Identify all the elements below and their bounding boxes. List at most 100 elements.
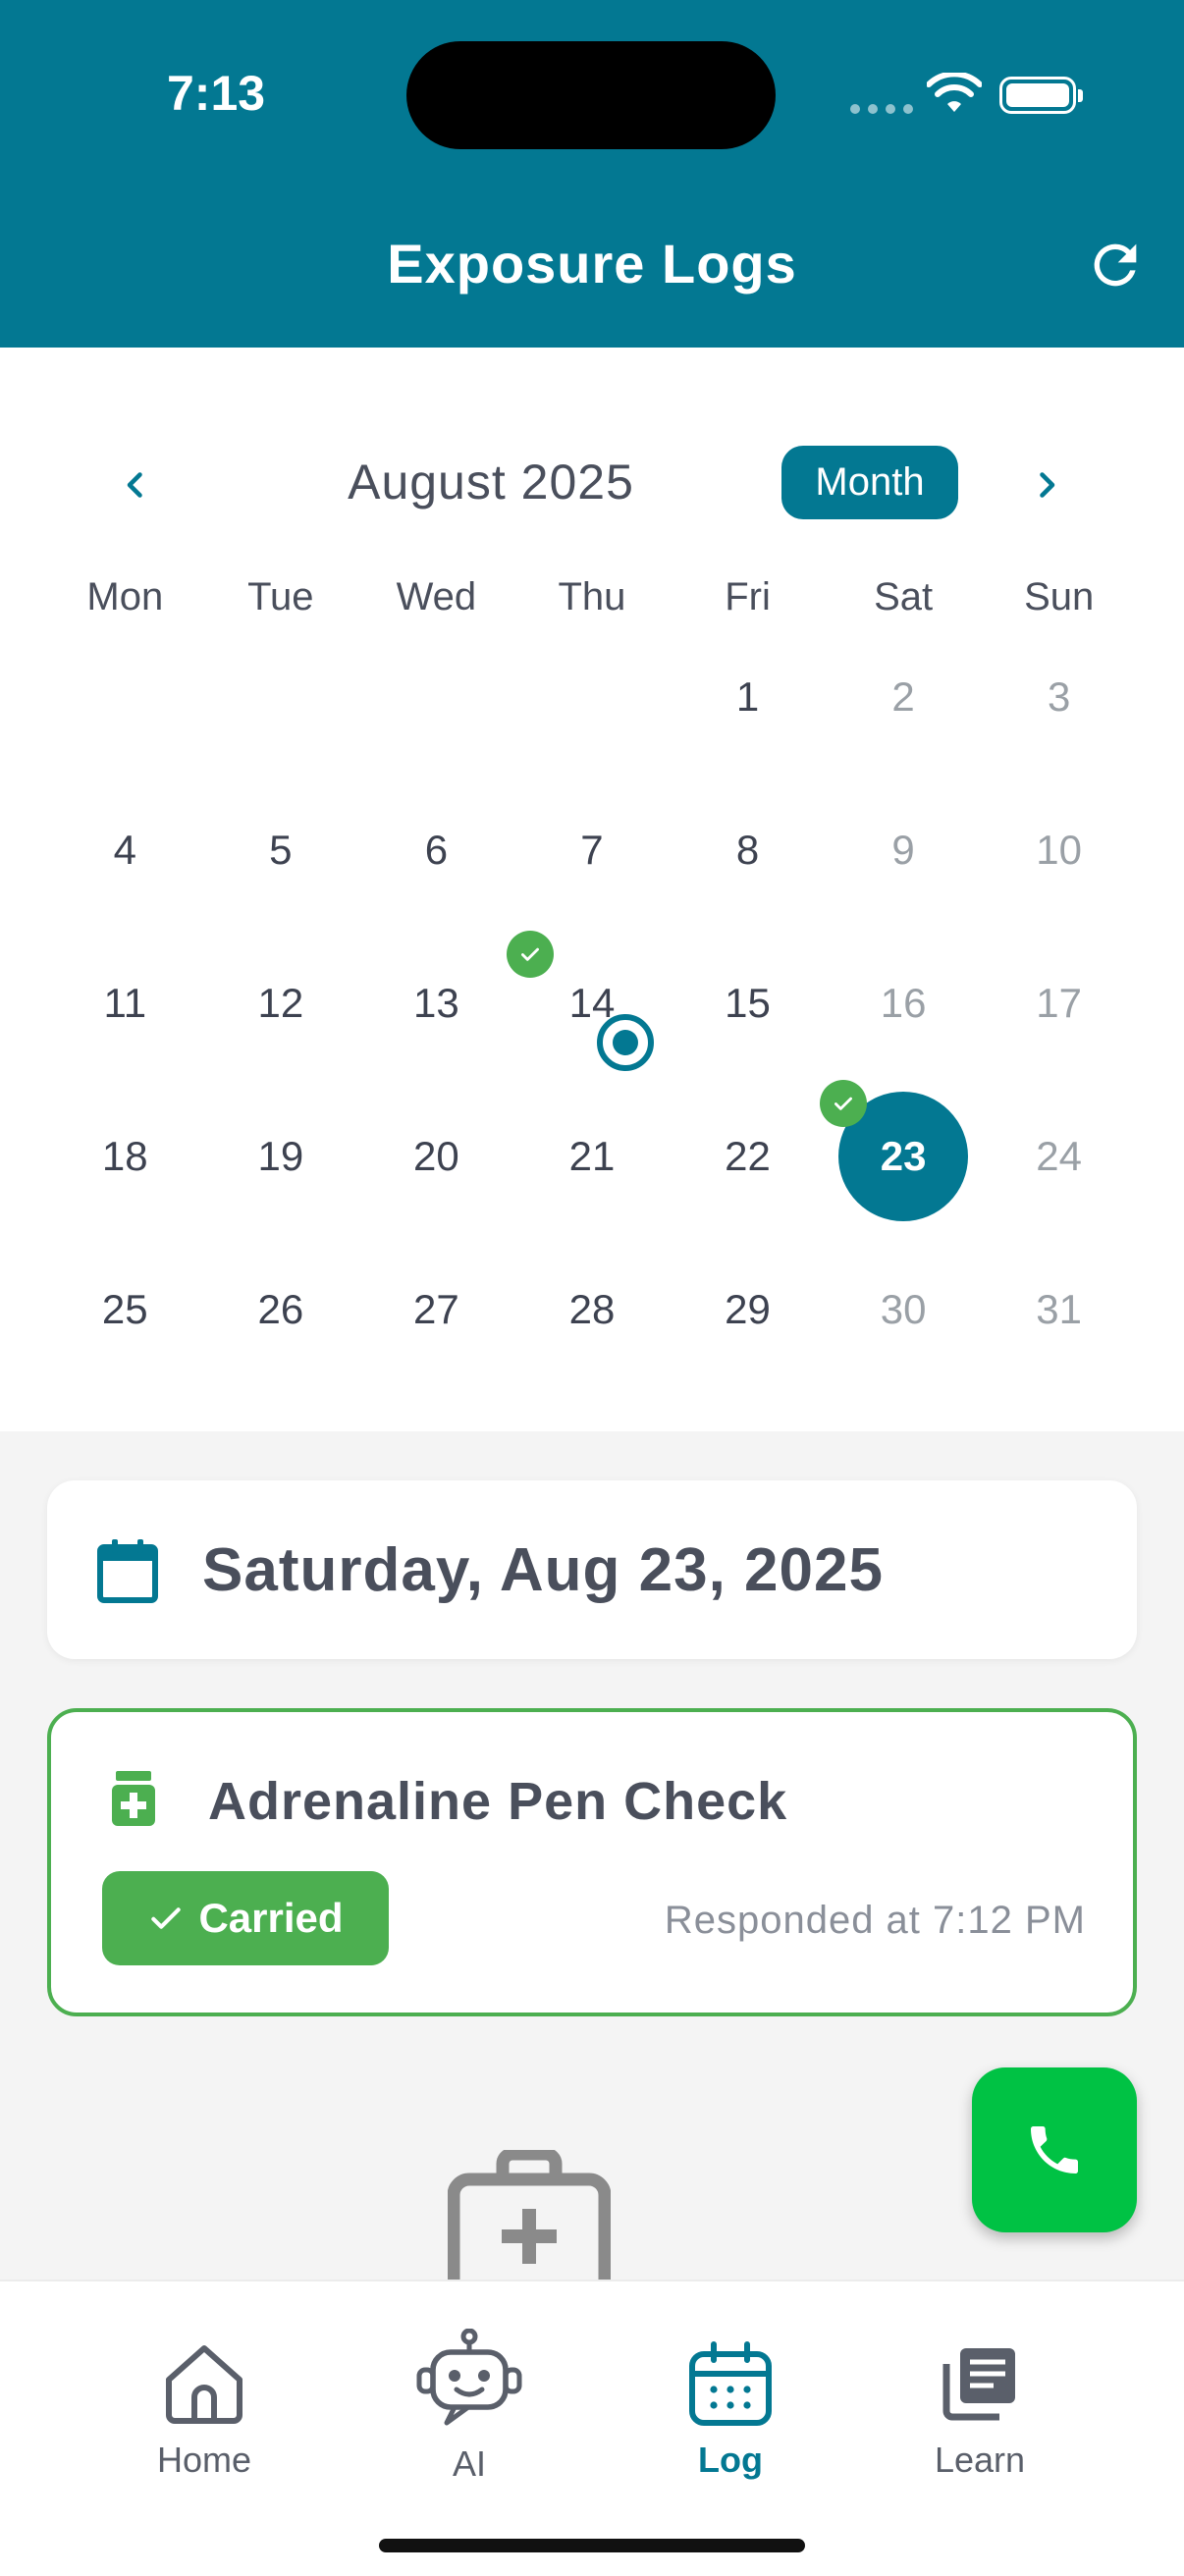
tab-learn[interactable]: Learn: [872, 2340, 1088, 2481]
calendar-week: 11 12 13 14 15 16 17: [47, 927, 1137, 1080]
calendar-empty: [514, 620, 671, 774]
calendar-day[interactable]: 17: [981, 927, 1137, 1080]
day-number: 29: [725, 1286, 771, 1332]
weekday-label: Tue: [247, 575, 314, 618]
calendar-day[interactable]: 9: [826, 774, 982, 927]
calendar-day[interactable]: 29: [670, 1233, 826, 1386]
calendar-day[interactable]: 3: [981, 620, 1137, 774]
calendar-day[interactable]: 21: [514, 1080, 671, 1233]
weekday-label: Wed: [396, 575, 477, 618]
weekday-label: Fri: [725, 575, 771, 618]
medicine-bottle-icon: [112, 1771, 155, 1826]
calendar-empty: [47, 620, 203, 774]
tab-ai[interactable]: AI: [361, 2328, 577, 2485]
weekday-label: Mon: [86, 575, 164, 618]
calendar-day[interactable]: 25: [47, 1233, 203, 1386]
tab-log[interactable]: Log: [622, 2340, 838, 2481]
responded-time: Responded at 7:12 PM: [664, 1899, 1086, 1942]
calendar-day[interactable]: 5: [203, 774, 359, 927]
day-number: 26: [257, 1286, 304, 1332]
calendar-day[interactable]: 6: [358, 774, 514, 927]
day-number: 13: [413, 980, 459, 1026]
calendar-day[interactable]: 10: [981, 774, 1137, 927]
calendar-day[interactable]: 8: [670, 774, 826, 927]
logged-check-icon: [506, 931, 554, 978]
calendar-day[interactable]: 18: [47, 1080, 203, 1233]
logged-check-icon: [819, 1080, 867, 1127]
day-number: 12: [257, 980, 304, 1026]
weekday-label: Sat: [874, 575, 934, 618]
calendar-day[interactable]: 15: [670, 927, 826, 1080]
calendar-day[interactable]: 24: [981, 1080, 1137, 1233]
day-number: 10: [1036, 827, 1083, 873]
selected-date-label: Saturday, Aug 23, 2025: [202, 1536, 884, 1604]
calendar-day[interactable]: 13: [358, 927, 514, 1080]
day-number: 19: [257, 1133, 304, 1179]
day-number: 30: [880, 1286, 927, 1332]
tab-label: AI: [452, 2443, 486, 2484]
chevron-left-icon: [127, 472, 142, 498]
calendar-week: 18 19 20 21 22 23 24: [47, 1080, 1137, 1233]
weekday-header: Mon Tue Wed Thu Fri Sat Sun: [47, 575, 1137, 619]
emergency-call-button[interactable]: [972, 2067, 1137, 2232]
calendar-day[interactable]: 20: [358, 1080, 514, 1233]
calendar-icon: [97, 1539, 158, 1603]
tab-home[interactable]: Home: [96, 2340, 312, 2481]
day-number: 6: [424, 827, 449, 873]
day-number: 18: [101, 1133, 148, 1179]
calendar-week: 1 2 3: [47, 620, 1137, 774]
day-number: 17: [1036, 980, 1083, 1026]
day-number: 7: [580, 827, 604, 873]
status-time: 7:13: [167, 66, 266, 121]
day-number: 3: [1047, 673, 1071, 720]
day-number: 20: [413, 1133, 459, 1179]
day-number: 21: [568, 1133, 616, 1179]
calendar-day[interactable]: 7: [514, 774, 671, 927]
weekday-label: Sun: [1024, 575, 1095, 618]
calendar-day[interactable]: 19: [203, 1080, 359, 1233]
battery-icon: [999, 77, 1083, 114]
chevron-right-icon: [1040, 472, 1055, 498]
day-number: 24: [1036, 1133, 1083, 1179]
weekday-label: Thu: [558, 575, 626, 618]
calendar-empty: [203, 620, 359, 774]
calendar: August 2025 Month Mon Tue Wed Thu Fri Sa…: [0, 348, 1184, 1431]
status-badge: Carried: [102, 1871, 389, 1965]
calendar-day[interactable]: 1: [670, 620, 826, 774]
day-number: 2: [891, 673, 915, 720]
day-number: 28: [568, 1286, 616, 1332]
refresh-icon[interactable]: [1084, 234, 1147, 296]
day-number: 4: [113, 827, 136, 873]
calendar-day[interactable]: 23: [819, 1080, 982, 1233]
app-header: 7:13 Exposure Logs: [0, 0, 1184, 348]
day-number: 5: [269, 827, 293, 873]
view-mode-button[interactable]: Month: [781, 446, 958, 519]
calendar-week: 25 26 27 28 29 30 31: [47, 1233, 1137, 1386]
dynamic-island: [406, 41, 776, 149]
calendar-day[interactable]: 28: [514, 1233, 671, 1386]
phone-icon: [1031, 2126, 1078, 2174]
bottom-tab-bar: Home AI Log Learn: [0, 2280, 1184, 2576]
calendar-day[interactable]: 26: [203, 1233, 359, 1386]
home-indicator: [379, 2539, 805, 2552]
adrenaline-check-card[interactable]: Adrenaline Pen Check Carried Responded a…: [47, 1708, 1137, 2016]
day-number: 15: [725, 980, 771, 1026]
calendar-day[interactable]: 4: [47, 774, 203, 927]
previous-month-button[interactable]: [106, 456, 165, 514]
calendar-day[interactable]: 16: [826, 927, 982, 1080]
day-number: 9: [891, 827, 915, 873]
calendar-day[interactable]: 30: [826, 1233, 982, 1386]
next-month-button[interactable]: [1017, 456, 1076, 514]
today-marker-icon: [596, 1014, 654, 1071]
first-aid-kit-icon: [448, 2150, 611, 2280]
calendar-icon: [689, 2341, 772, 2426]
wifi-icon: [927, 73, 982, 112]
calendar-day[interactable]: 14: [506, 927, 671, 1080]
calendar-day[interactable]: 2: [826, 620, 982, 774]
calendar-day[interactable]: 12: [203, 927, 359, 1080]
calendar-day[interactable]: 22: [670, 1080, 826, 1233]
day-number: 16: [880, 980, 927, 1026]
calendar-day[interactable]: 31: [981, 1233, 1137, 1386]
calendar-day[interactable]: 11: [47, 927, 203, 1080]
calendar-day[interactable]: 27: [358, 1233, 514, 1386]
